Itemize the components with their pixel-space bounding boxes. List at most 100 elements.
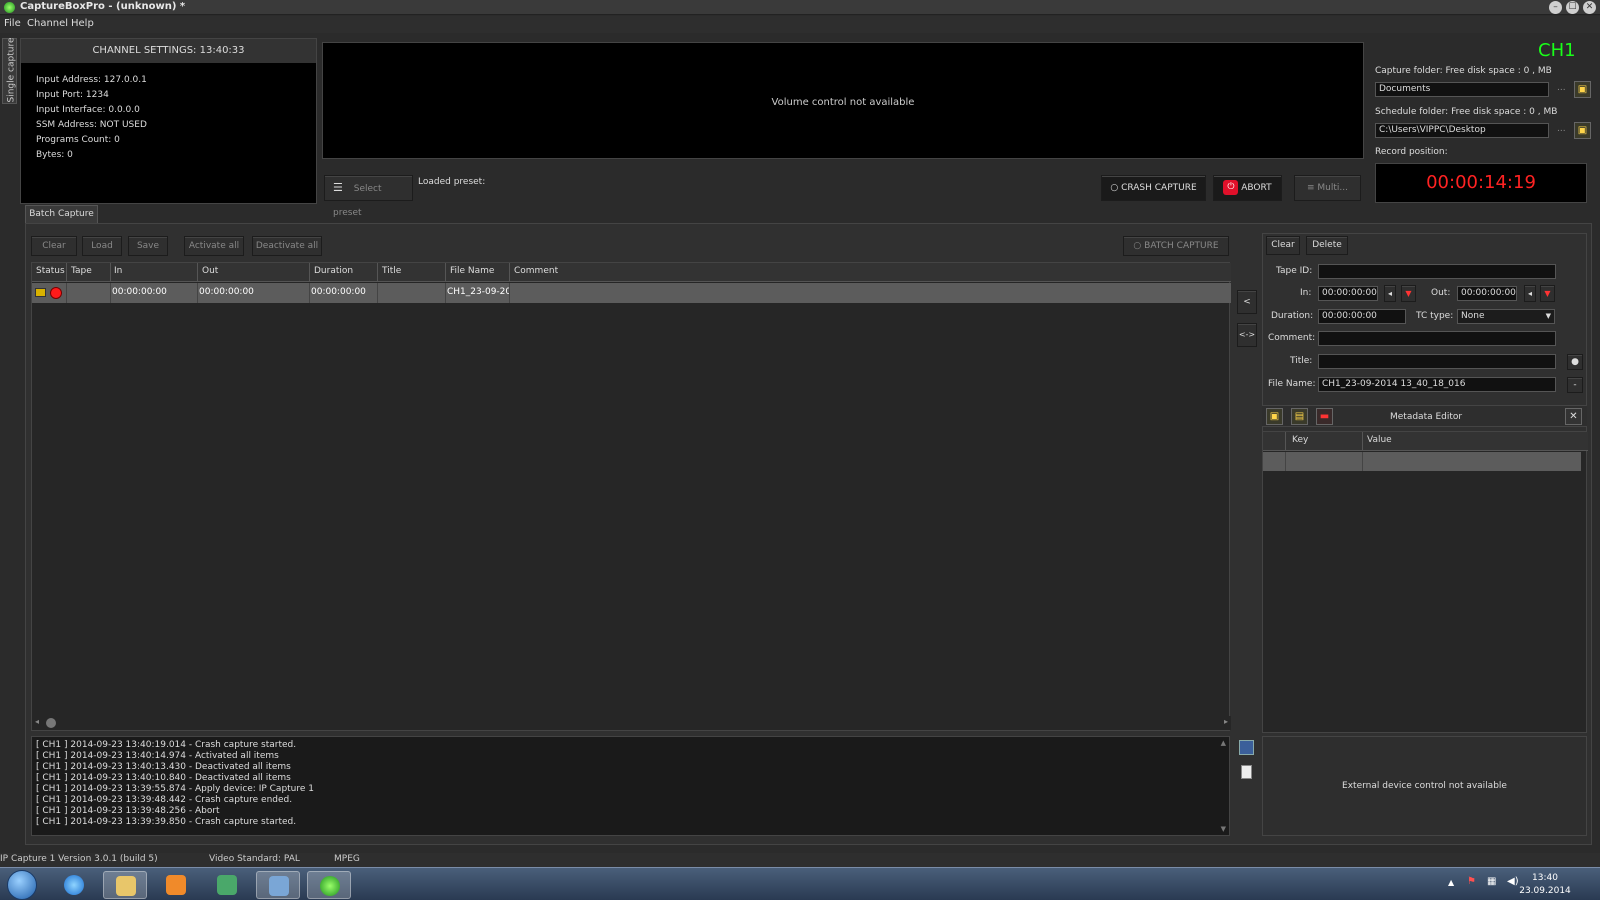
taskbar-clock[interactable]: 13:40 23.09.2014: [1515, 873, 1575, 896]
ssm-address: SSM Address: NOT USED: [36, 120, 147, 130]
multi-button[interactable]: ≡ Multi...: [1294, 175, 1361, 201]
log-line: [ CH1 ] 2014-09-23 13:39:39.850 - Crash …: [36, 817, 297, 827]
menu-file[interactable]: File: [4, 18, 21, 29]
horizontal-scrollbar[interactable]: ◂ ▸: [32, 716, 1231, 730]
col-key[interactable]: Key: [1292, 435, 1308, 445]
col-status[interactable]: Status: [36, 266, 65, 276]
app-icon: [4, 2, 15, 13]
out-set-icon[interactable]: ◂: [1524, 285, 1536, 302]
batch-capture-button[interactable]: ○ BATCH CAPTURE: [1123, 236, 1229, 256]
comment-label: Comment:: [1268, 333, 1316, 343]
col-title[interactable]: Title: [382, 266, 401, 276]
start-button[interactable]: [7, 870, 37, 900]
save-log-icon[interactable]: [1239, 740, 1254, 755]
scroll-left-icon[interactable]: ◂: [35, 717, 39, 726]
editor-delete-button[interactable]: Delete: [1306, 236, 1348, 255]
in-mark-icon[interactable]: ▼: [1401, 285, 1416, 302]
status-bar: IP Capture 1 Version 3.0.1 (build 5) Vid…: [0, 853, 1600, 867]
deactivate-all-button[interactable]: Deactivate all: [252, 236, 322, 256]
scroll-thumb[interactable]: [46, 718, 56, 728]
capture-folder-browse[interactable]: ...: [1557, 83, 1566, 93]
taskbar-captureboxpro[interactable]: [307, 871, 351, 899]
refresh-name-icon[interactable]: -: [1567, 377, 1583, 393]
batch-grid: Status Tape In Out Duration Title File N…: [31, 262, 1231, 731]
in-set-icon[interactable]: ◂: [1384, 285, 1396, 302]
schedule-folder-input[interactable]: C:\Users\VIPPC\Desktop: [1375, 123, 1549, 138]
channel-settings-title: CHANNEL SETTINGS: 13:40:33: [21, 39, 316, 63]
channel-name: CH1: [1538, 40, 1576, 61]
metadata-row[interactable]: [1263, 452, 1581, 471]
col-duration[interactable]: Duration: [314, 266, 353, 276]
select-preset-button[interactable]: ☰ Select preset: [324, 175, 413, 218]
row-out: 00:00:00:00: [199, 287, 254, 297]
col-in[interactable]: In: [114, 266, 122, 276]
metadata-grid: Key Value: [1262, 431, 1588, 733]
clock-date: 23.09.2014: [1519, 886, 1571, 896]
duration-input[interactable]: 00:00:00:00: [1318, 309, 1406, 324]
status-video-standard: Video Standard: PAL: [209, 854, 300, 864]
event-log: [ CH1 ] 2014-09-23 13:40:19.014 - Crash …: [31, 736, 1230, 836]
col-value[interactable]: Value: [1367, 435, 1392, 445]
refresh-icon: ○: [1110, 183, 1119, 193]
abort-button[interactable]: ⏻ ABORT: [1213, 175, 1282, 201]
copy-left-button[interactable]: <: [1237, 290, 1257, 314]
list-icon: ≡: [1306, 183, 1315, 193]
tray-expand-icon[interactable]: ▲: [1448, 878, 1454, 887]
row-file-name: CH1_23-09-201: [447, 287, 509, 297]
camera-icon[interactable]: ●: [1567, 354, 1583, 370]
title-label: Title:: [1290, 356, 1313, 366]
title-input[interactable]: [1318, 354, 1556, 369]
col-comment[interactable]: Comment: [514, 266, 558, 276]
open-metadata-icon[interactable]: ▣: [1266, 408, 1283, 425]
in-timecode-input[interactable]: 00:00:00:00: [1318, 286, 1378, 301]
schedule-folder-browse[interactable]: ...: [1557, 124, 1566, 134]
remove-metadata-icon[interactable]: ▬: [1316, 408, 1333, 425]
taskbar-ie[interactable]: [52, 871, 96, 899]
network-icon[interactable]: ▦: [1487, 876, 1496, 887]
scroll-down-icon[interactable]: ▼: [1221, 825, 1226, 833]
table-row[interactable]: 00:00:00:00 00:00:00:00 00:00:00:00 CH1_…: [32, 283, 1231, 303]
clear-button[interactable]: Clear: [31, 236, 77, 256]
capture-folder-input[interactable]: Documents: [1375, 82, 1549, 97]
taskbar-explorer[interactable]: [103, 871, 147, 899]
scroll-up-icon[interactable]: ▲: [1221, 739, 1226, 747]
out-mark-icon[interactable]: ▼: [1540, 285, 1555, 302]
menu-bar: File Channel Help: [0, 16, 1600, 33]
comment-input[interactable]: [1318, 331, 1556, 346]
taskbar-media-player[interactable]: [154, 871, 198, 899]
editor-clear-button[interactable]: Clear: [1266, 236, 1300, 255]
menu-help[interactable]: Help: [71, 18, 94, 29]
folder-open-icon[interactable]: ▣: [1574, 81, 1591, 98]
maximize-button[interactable]: ☐: [1566, 1, 1579, 14]
tape-id-input[interactable]: [1318, 264, 1556, 279]
tab-batch-capture[interactable]: Batch Capture: [25, 205, 98, 223]
control-panel-icon: [269, 876, 289, 896]
out-timecode-input[interactable]: 00:00:00:00: [1457, 286, 1517, 301]
folder-open-icon[interactable]: ▣: [1574, 122, 1591, 139]
taskbar-control-panel[interactable]: [256, 871, 300, 899]
col-file-name[interactable]: File Name: [450, 266, 494, 276]
col-out[interactable]: Out: [202, 266, 218, 276]
taskbar-app[interactable]: [205, 871, 249, 899]
activate-all-button[interactable]: Activate all: [184, 236, 244, 256]
file-name-input[interactable]: CH1_23-09-2014 13_40_18_016: [1318, 377, 1556, 392]
clear-metadata-icon[interactable]: ✕: [1565, 408, 1582, 425]
action-center-icon[interactable]: ⚑: [1467, 876, 1476, 887]
tc-type-select[interactable]: None ▼: [1457, 309, 1555, 324]
record-position-value: 00:00:14:19: [1375, 163, 1587, 203]
media-player-icon: [166, 875, 186, 895]
single-capture-tab[interactable]: Single capture: [2, 38, 17, 104]
load-button[interactable]: Load: [82, 236, 122, 256]
new-metadata-icon[interactable]: ▤: [1291, 408, 1308, 425]
minimize-button[interactable]: –: [1549, 1, 1562, 14]
clear-log-icon[interactable]: [1241, 765, 1252, 779]
swap-button[interactable]: <->: [1237, 323, 1257, 347]
col-tape[interactable]: Tape: [71, 266, 92, 276]
crash-capture-button[interactable]: ○ CRASH CAPTURE: [1101, 175, 1206, 201]
menu-channel[interactable]: Channel: [27, 18, 68, 29]
input-address: Input Address: 127.0.0.1: [36, 75, 147, 85]
close-button[interactable]: ✕: [1583, 1, 1596, 14]
clock-time: 13:40: [1532, 873, 1558, 883]
scroll-right-icon[interactable]: ▸: [1224, 717, 1228, 726]
save-button[interactable]: Save: [128, 236, 168, 256]
